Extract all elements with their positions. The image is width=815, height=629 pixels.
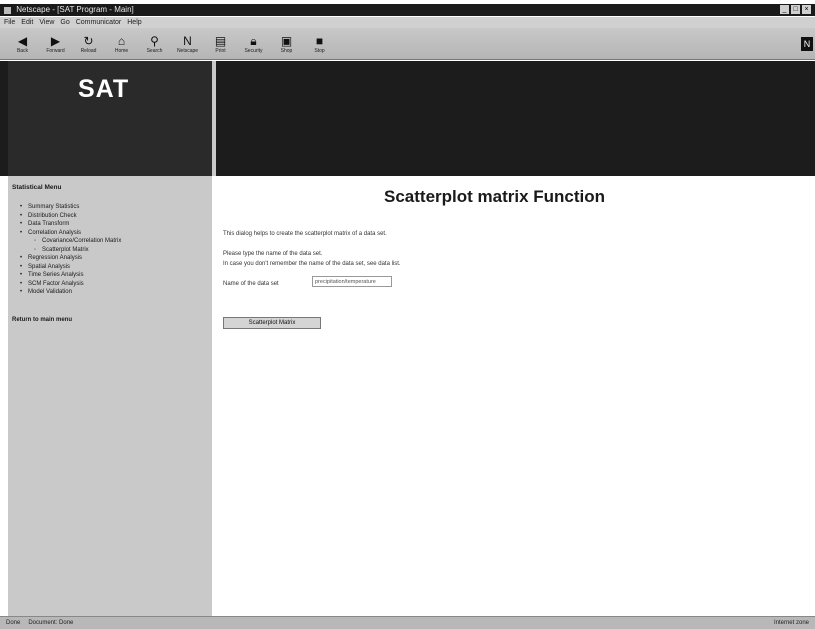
sidebar-item-regression-analysis[interactable]: • Regression Analysis (12, 254, 208, 263)
sidebar-item-label: Time Series Analysis (28, 272, 84, 278)
sidebar-subitem-covariance-matrix[interactable]: ◦ Covariance/Correlation Matrix (12, 237, 208, 246)
dataset-name-label: Name of the data set (223, 281, 279, 287)
reload-icon: ↻ (83, 33, 94, 48)
sidebar-item-label: Scatterplot Matrix (42, 246, 89, 253)
return-main-menu-link[interactable]: Return to main menu (12, 317, 208, 323)
print-label: Print (215, 47, 226, 54)
bullet-icon: • (20, 272, 23, 278)
search-icon: ⚲ (150, 33, 159, 48)
bullet-icon: • (20, 280, 23, 287)
maximize-button[interactable]: □ (791, 5, 800, 14)
sidebar-list: • Summary Statistics • Distribution Check … (12, 203, 208, 297)
status-left: Done (6, 620, 21, 626)
sidebar-heading: Statistical Menu (12, 184, 62, 191)
back-arrow-icon: ◀ (17, 33, 28, 48)
menu-edit[interactable]: Edit (21, 17, 33, 28)
bullet-icon: ◦ (34, 246, 37, 253)
sidebar-item-label: Correlation Analysis (28, 229, 82, 236)
print-icon: ▤ (214, 33, 227, 48)
home-button[interactable]: ⌂ Home (107, 29, 136, 59)
search-label: Search (146, 47, 163, 54)
sidebar-item-correlation-analysis[interactable]: • Correlation Analysis (12, 229, 208, 238)
security-button[interactable]: 🔒︎ Security (239, 29, 268, 59)
status-document: Document: Done (28, 620, 74, 626)
scatterplot-matrix-button[interactable]: Scatterplot Matrix (223, 317, 321, 329)
home-label: Home (114, 47, 129, 54)
close-button[interactable]: × (802, 5, 811, 14)
logo-panel: SAT (8, 61, 216, 176)
bullet-icon: • (20, 204, 23, 210)
netscape-label: Netscape (176, 47, 199, 54)
shop-button[interactable]: ▣ Shop (272, 29, 301, 59)
menu-help[interactable]: Help (127, 17, 141, 28)
sidebar-subitem-scatterplot-matrix[interactable]: ◦ Scatterplot Matrix (12, 246, 208, 255)
sidebar-item-scm-factor-analysis[interactable]: • SCM Factor Analysis (12, 280, 208, 289)
sidebar-item-label: Spatial Analysis (28, 263, 71, 270)
back-button[interactable]: ◀ Back (8, 29, 37, 59)
bullet-icon: • (20, 289, 23, 295)
bullet-icon: • (20, 263, 23, 270)
intro-text: This dialog helps to create the scatterp… (223, 231, 387, 237)
browser-window: Netscape - [SAT Program - Main] _ □ × Fi… (0, 0, 815, 629)
bullet-icon: • (20, 221, 23, 227)
stop-button[interactable]: ■ Stop (305, 29, 334, 59)
reload-label: Reload (80, 47, 97, 54)
sidebar-item-label: Summary Statistics (28, 204, 80, 210)
sidebar-item-label: SCM Factor Analysis (28, 280, 84, 287)
search-button[interactable]: ⚲ Search (140, 29, 169, 59)
security-label: Security (244, 47, 263, 54)
reload-button[interactable]: ↻ Reload (74, 29, 103, 59)
page-title: Scatterplot matrix Function (384, 187, 606, 206)
sidebar-menu: Statistical Menu • Summary Statistics • Di… (8, 176, 212, 616)
shop-icon: ▣ (280, 33, 293, 48)
back-label: Back (16, 47, 29, 54)
navigation-toolbar: ◀ Back ▶ Forward ↻ Reload ⌂ Home ⚲ Searc… (0, 28, 815, 60)
menu-communicator[interactable]: Communicator (76, 17, 122, 28)
sidebar-item-label: Data Transform (28, 221, 70, 227)
sidebar-item-label: Model Validation (28, 289, 72, 295)
sidebar-item-summary-statistics[interactable]: • Summary Statistics (12, 203, 208, 212)
forward-arrow-icon: ▶ (50, 33, 61, 48)
window-title: Netscape - [SAT Program - Main] (16, 5, 134, 14)
netscape-throbber-icon[interactable]: N (801, 37, 813, 51)
print-button[interactable]: ▤ Print (206, 29, 235, 59)
sidebar-item-label: Distribution Check (28, 212, 77, 219)
site-banner: SAT (0, 61, 815, 176)
forward-label: Forward (46, 47, 65, 54)
main-content: Scatterplot matrix Function This dialog … (216, 176, 815, 616)
lock-icon: 🔒︎ (250, 33, 257, 48)
sidebar-item-distribution-check[interactable]: • Distribution Check (12, 212, 208, 221)
bullet-icon: • (20, 255, 23, 261)
sidebar-item-model-validation[interactable]: • Model Validation (12, 288, 208, 297)
status-bar: Done Document: Done Internet zone (0, 616, 815, 629)
sat-logo[interactable]: SAT (78, 75, 129, 104)
menu-file[interactable]: File (4, 17, 15, 28)
stop-label: Stop (314, 47, 325, 54)
sidebar-item-label: Regression Analysis (28, 255, 83, 261)
sidebar-item-time-series-analysis[interactable]: • Time Series Analysis (12, 271, 208, 280)
window-controls: _ □ × (780, 5, 811, 14)
sidebar-item-data-transform[interactable]: • Data Transform (12, 220, 208, 229)
dataset-name-input[interactable]: precipitation/temperature (312, 276, 392, 287)
bullet-icon: ◦ (34, 238, 37, 244)
forward-button[interactable]: ▶ Forward (41, 29, 70, 59)
netscape-button[interactable]: N Netscape (173, 29, 202, 59)
sidebar-item-spatial-analysis[interactable]: • Spatial Analysis (12, 263, 208, 272)
app-icon (4, 6, 11, 14)
shop-label: Shop (280, 47, 293, 54)
instruction-text-1: Please type the name of the data set. (223, 251, 323, 257)
menu-bar: File Edit View Go Communicator Help (0, 17, 815, 28)
menu-view[interactable]: View (39, 17, 54, 28)
menu-go[interactable]: Go (60, 17, 69, 28)
minimize-button[interactable]: _ (780, 5, 789, 14)
bullet-icon: • (20, 212, 23, 219)
stop-icon: ■ (315, 33, 324, 48)
netscape-icon: N (183, 33, 192, 48)
title-bar: Netscape - [SAT Program - Main] _ □ × (0, 4, 815, 16)
home-icon: ⌂ (117, 33, 126, 48)
instruction-text-2: In case you don't remember the name of t… (223, 261, 401, 267)
sidebar-item-label: Covariance/Correlation Matrix (42, 238, 122, 244)
bullet-icon: • (20, 229, 23, 236)
security-zone: Internet zone (773, 620, 809, 626)
